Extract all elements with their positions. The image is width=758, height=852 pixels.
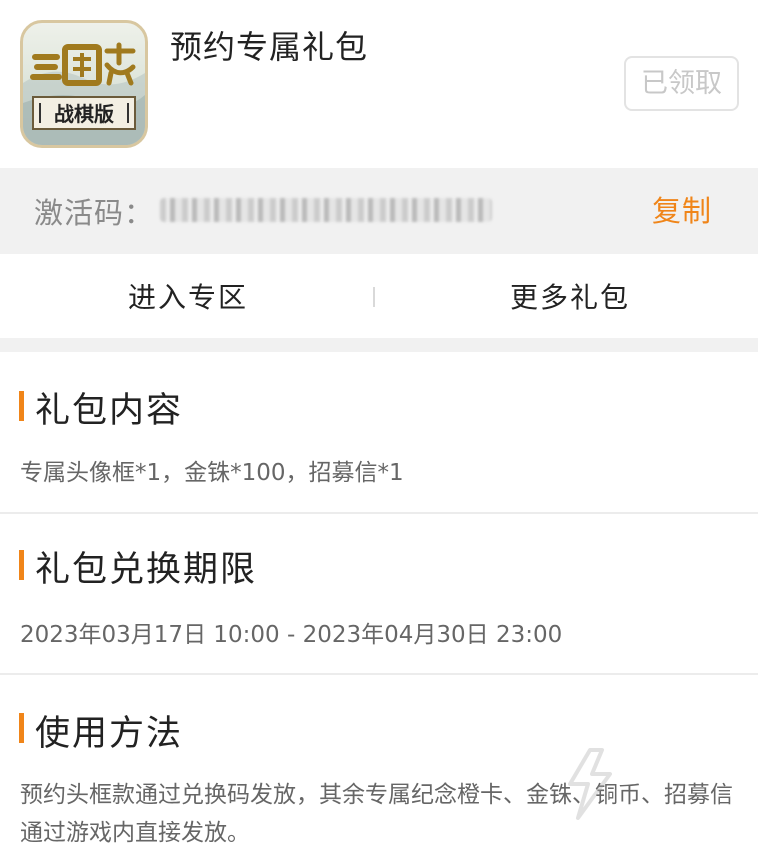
svg-text:战棋版: 战棋版 xyxy=(54,102,114,126)
activation-code-bar: 激活码： 复制 xyxy=(0,168,758,254)
section-accent-bar xyxy=(19,713,24,743)
redeem-period-title: 礼包兑换期限 xyxy=(35,550,258,590)
gift-contents-title: 礼包内容 xyxy=(35,391,184,431)
copy-button[interactable]: 复制 xyxy=(652,188,712,230)
gift-header: 战棋版 预约专属礼包 已领取 xyxy=(0,0,758,168)
activation-code-value xyxy=(160,198,492,222)
usage-title: 使用方法 xyxy=(35,714,184,754)
enter-zone-link[interactable]: 进入专区 xyxy=(128,276,248,316)
game-logo-icon: 战棋版 xyxy=(20,20,148,148)
section-gap xyxy=(0,338,758,352)
section-accent-bar xyxy=(19,550,24,580)
gift-contents-section: 礼包内容 专属头像框*1，金铢*100，招募信*1 xyxy=(0,352,758,514)
link-divider xyxy=(373,287,375,307)
more-gifts-link[interactable]: 更多礼包 xyxy=(510,276,630,316)
redeem-period-text: 2023年03月17日 10:00 - 2023年04月30日 23:00 xyxy=(20,622,563,648)
section-accent-bar xyxy=(19,391,24,421)
watermark-logo-icon xyxy=(560,744,730,824)
claimed-button[interactable]: 已领取 xyxy=(624,56,739,111)
activation-code-label: 激活码： xyxy=(34,196,155,230)
action-links: 进入专区 更多礼包 xyxy=(0,254,758,338)
gift-contents-text: 专属头像框*1，金铢*100，招募信*1 xyxy=(20,460,404,486)
redeem-period-section: 礼包兑换期限 2023年03月17日 10:00 - 2023年04月30日 2… xyxy=(0,514,758,675)
gift-title: 预约专属礼包 xyxy=(170,28,369,66)
